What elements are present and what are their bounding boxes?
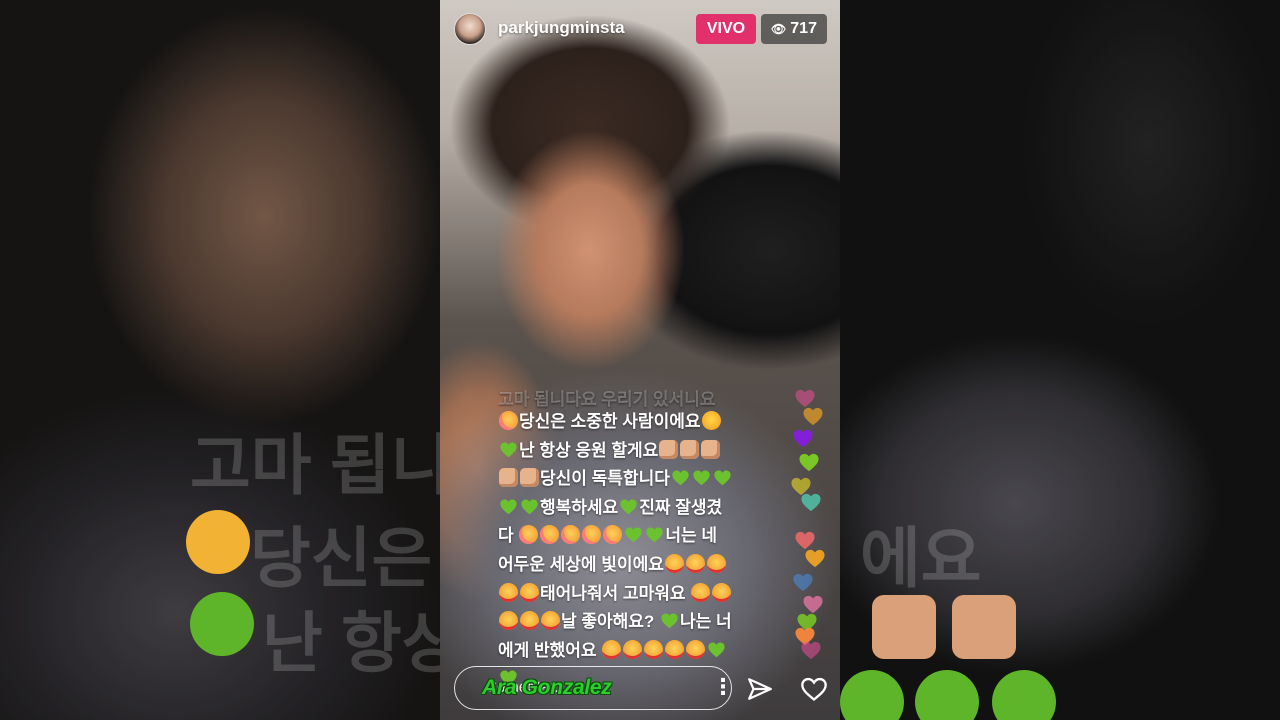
green-heart-icon	[692, 469, 711, 486]
floating-heart-icon	[792, 572, 814, 592]
blush-emoji-icon	[499, 411, 518, 430]
floating-heart-icon	[802, 594, 824, 614]
fist-emoji-icon	[680, 439, 700, 459]
heart-eyes-emoji-icon	[499, 582, 518, 602]
comment-feed: 고마 됩니다요 우리기 있서니요 당신은 소중한 사람이에요난 항상 응원 할게…	[498, 390, 780, 694]
viewer-count-badge[interactable]: 👁 717	[761, 14, 827, 44]
heart-eyes-emoji-icon	[706, 553, 726, 573]
green-heart-icon	[624, 526, 643, 543]
avatar[interactable]	[454, 13, 486, 45]
comment-text: 다	[498, 526, 519, 546]
crown-emoji-icon	[701, 411, 721, 430]
comment-line: 에게 반했어요	[498, 637, 780, 666]
green-heart-icon	[520, 498, 539, 515]
blush-emoji-icon	[582, 525, 602, 545]
ghost-fist	[952, 595, 1016, 659]
floating-hearts	[790, 380, 840, 660]
floating-heart-icon	[794, 388, 816, 408]
ghost-text: 난 항상	[262, 606, 440, 680]
comment-text: 너는 네	[665, 526, 718, 546]
heart-eyes-emoji-icon	[602, 639, 622, 659]
floating-heart-icon	[804, 548, 826, 568]
comment-text: 나는 너	[680, 612, 732, 632]
comment-text: 행복하세요	[540, 497, 619, 517]
fist-emoji-icon	[499, 468, 518, 488]
comment-text: 에게 반했어요	[498, 640, 602, 660]
fist-emoji-icon	[701, 439, 721, 459]
comment-text: 어두운 세상에 빛이에요	[498, 554, 664, 574]
blush-emoji-icon	[561, 525, 581, 545]
send-icon[interactable]	[747, 676, 773, 702]
username[interactable]: parkjungminsta	[498, 18, 625, 38]
floating-heart-icon	[802, 406, 824, 426]
more-dots-icon[interactable]: ⋮	[712, 675, 734, 699]
green-heart-icon	[645, 526, 664, 543]
comment-text: 태어나줘서 고마워요	[540, 583, 691, 603]
floating-heart-icon	[794, 530, 816, 550]
viewer-count: 717	[790, 20, 817, 37]
faded-comment: 고마 됩니다요 우리기 있서니요	[498, 390, 716, 409]
eye-icon: 👁	[771, 22, 787, 36]
comment-text: 당신은 소중한 사람이에요	[519, 412, 701, 431]
heart-eyes-emoji-icon	[520, 611, 539, 631]
comment-text: 진짜 잘생겼	[639, 497, 723, 517]
green-heart-icon	[619, 498, 638, 515]
comment-text: 날 좋아해요?	[561, 612, 660, 632]
heart-eyes-emoji-icon	[499, 611, 518, 631]
comment-line: 당신이 독특합니다	[498, 465, 780, 494]
comment-line: 날 좋아해요? 나는 너	[498, 608, 780, 637]
heart-eyes-emoji-icon	[520, 582, 539, 602]
comment-line: 태어나줘서 고마워요	[498, 580, 780, 609]
comment-text: 난 항상 응원 할게요	[519, 440, 659, 460]
comment-line: 난 항상 응원 할게요	[498, 437, 780, 466]
heart-eyes-emoji-icon	[686, 639, 706, 659]
floating-heart-icon	[798, 452, 820, 472]
green-heart-icon	[671, 469, 690, 486]
ghost-emoji	[186, 510, 250, 574]
green-heart-icon	[707, 641, 726, 658]
live-header: parkjungminsta VIVO 👁 717	[440, 0, 840, 58]
green-heart-icon	[499, 498, 518, 515]
heart-eyes-emoji-icon	[664, 553, 684, 573]
heart-eyes-emoji-icon	[644, 639, 664, 659]
green-heart-icon	[660, 612, 679, 629]
floating-heart-icon	[800, 492, 822, 512]
heart-eyes-emoji-icon	[712, 582, 732, 602]
ghost-text: 고마 됩니	[190, 428, 440, 502]
live-badge: VIVO	[696, 14, 756, 44]
fist-emoji-icon	[520, 468, 539, 488]
blurred-background-left: 고마 됩니 당신은 난 항상	[0, 0, 440, 720]
fist-emoji-icon	[659, 439, 679, 459]
comment-line: 다 너는 네	[498, 522, 780, 551]
ghost-fist	[872, 595, 936, 659]
blush-emoji-icon	[519, 525, 539, 545]
heart-eyes-emoji-icon	[691, 582, 711, 602]
comment-line: 어두운 세상에 빛이에요	[498, 551, 780, 580]
blush-emoji-icon	[540, 525, 560, 545]
heart-eyes-emoji-icon	[665, 639, 685, 659]
green-heart-icon	[713, 469, 732, 486]
comment-line: 당신은 소중한 사람이에요	[498, 408, 780, 437]
ghost-text: 당신은	[250, 521, 433, 595]
heart-eyes-emoji-icon	[541, 611, 560, 631]
heart-outline-icon[interactable]	[800, 676, 828, 702]
comment-text: 당신이 독특합니다	[540, 469, 670, 489]
green-heart-icon	[499, 441, 518, 458]
blurred-background-right: 에요	[840, 0, 1280, 720]
floating-heart-icon	[800, 640, 822, 660]
floating-heart-icon	[792, 428, 814, 448]
comment-line: 행복하세요 진짜 잘생겼	[498, 494, 780, 523]
live-stream-view: parkjungminsta VIVO 👁 717 고마 됩니다요 우리기 있서니…	[440, 0, 840, 720]
heart-eyes-emoji-icon	[623, 639, 643, 659]
ghost-text: 에요	[860, 521, 982, 595]
ghost-heart	[190, 592, 254, 656]
blush-emoji-icon	[603, 525, 623, 545]
heart-eyes-emoji-icon	[685, 553, 705, 573]
watermark-text: Ara Gonzalez	[482, 676, 612, 699]
